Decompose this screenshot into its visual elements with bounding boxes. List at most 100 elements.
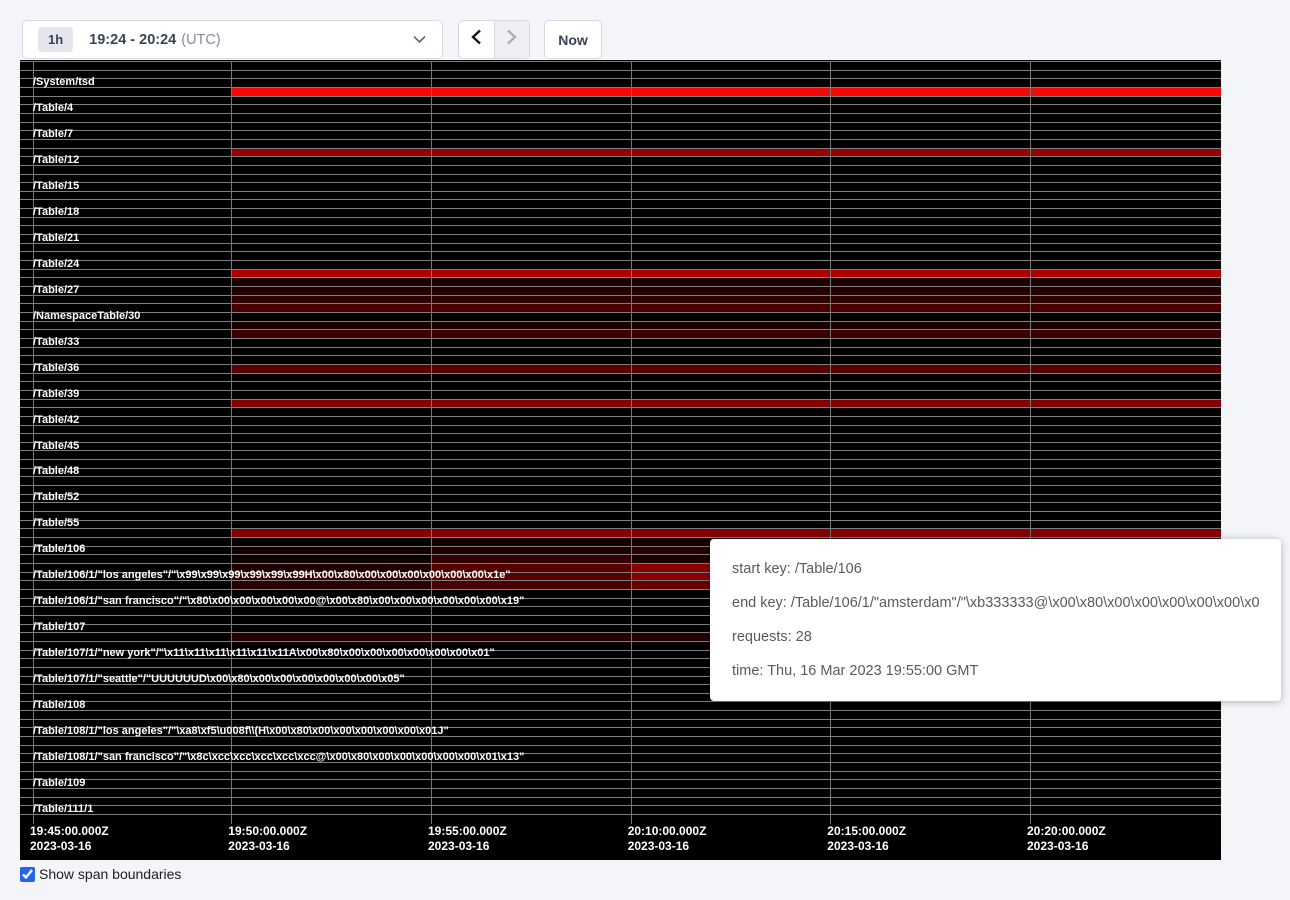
chevron-left-icon <box>471 29 482 50</box>
heat-band[interactable] <box>231 322 1221 330</box>
span-boundary-line <box>20 502 1221 503</box>
span-boundary-line <box>20 139 1221 140</box>
show-span-boundaries-row: Show span boundaries <box>20 866 181 882</box>
row-key-label: /Table/107/1/"seattle"/"UUUUUUD\x00\x80\… <box>33 674 405 685</box>
span-boundary-line <box>20 476 1221 477</box>
row-key-label: /Table/33 <box>33 337 79 348</box>
heat-band[interactable] <box>231 547 431 555</box>
span-boundary-line <box>20 251 1221 252</box>
chevron-down-icon <box>413 35 426 44</box>
span-boundary-line <box>20 321 1221 322</box>
x-tick-time: 20:20:00.000Z <box>1027 824 1106 839</box>
row-key-label: /Table/12 <box>33 155 79 166</box>
span-boundary-line <box>20 130 1221 131</box>
x-tick-time: 19:55:00.000Z <box>428 824 507 839</box>
next-window-button[interactable] <box>494 21 530 58</box>
span-boundary-line <box>20 528 1221 529</box>
span-boundary-line <box>20 96 1221 97</box>
row-key-label: /Table/27 <box>33 285 79 296</box>
bucket-tooltip: start key: /Table/106 end key: /Table/10… <box>710 539 1281 701</box>
span-boundary-line <box>20 87 1221 88</box>
time-gridline <box>830 61 831 824</box>
span-boundary-line <box>20 104 1221 105</box>
span-boundary-line <box>20 433 1221 434</box>
show-span-boundaries-checkbox[interactable] <box>20 867 35 882</box>
heat-band[interactable] <box>231 296 1221 304</box>
span-boundary-line <box>20 520 1221 521</box>
span-boundary-line <box>20 260 1221 261</box>
previous-window-button[interactable] <box>459 21 494 58</box>
chevron-right-icon <box>506 29 517 50</box>
heat-band[interactable] <box>231 330 1221 338</box>
span-boundary-line <box>20 788 1221 789</box>
span-boundary-line <box>20 277 1221 278</box>
row-key-label: /Table/106 <box>33 544 85 555</box>
span-boundary-line <box>20 511 1221 512</box>
span-boundary-line <box>20 442 1221 443</box>
key-visualizer-canvas[interactable]: /System/tsd/Table/4/Table/7/Table/12/Tab… <box>20 60 1221 860</box>
heat-band[interactable] <box>231 149 1221 157</box>
heat-band[interactable] <box>231 304 1221 312</box>
tooltip-requests: requests: 28 <box>732 620 1259 654</box>
span-boundary-line <box>20 364 1221 365</box>
span-boundary-line <box>20 165 1221 166</box>
span-boundary-line <box>20 407 1221 408</box>
span-boundary-line <box>20 381 1221 382</box>
now-button[interactable]: Now <box>544 20 602 59</box>
span-boundary-line <box>20 208 1221 209</box>
heat-band[interactable] <box>231 287 1221 295</box>
row-key-label: /Table/108/1/"san francisco"/"\x8c\xcc\x… <box>33 752 524 763</box>
span-boundary-line <box>20 199 1221 200</box>
heat-band[interactable] <box>231 400 1221 408</box>
row-key-label: /Table/45 <box>33 441 79 452</box>
span-boundary-line <box>20 779 1221 780</box>
row-key-label: /Table/108/1/"los angeles"/"\xa8\xf5\u00… <box>33 726 449 737</box>
span-boundary-line <box>20 156 1221 157</box>
span-boundary-line <box>20 286 1221 287</box>
heat-band[interactable] <box>231 529 1221 537</box>
heat-band[interactable] <box>231 555 431 563</box>
span-boundary-line <box>20 450 1221 451</box>
x-axis-tick: 19:50:00.000Z2023-03-16 <box>228 824 307 853</box>
row-key-label: /Table/18 <box>33 207 79 218</box>
x-tick-date: 2023-03-16 <box>827 839 906 854</box>
row-key-label: /Table/111/1 <box>33 804 93 815</box>
span-boundary-line <box>20 347 1221 348</box>
row-key-label: /Table/55 <box>33 518 79 529</box>
span-boundary-line <box>20 182 1221 183</box>
span-boundary-line <box>20 719 1221 720</box>
time-gridline <box>1030 61 1031 824</box>
heat-band[interactable] <box>431 581 631 589</box>
span-boundary-line <box>20 234 1221 235</box>
span-boundary-line <box>20 485 1221 486</box>
span-boundary-line <box>20 710 1221 711</box>
x-axis-tick: 19:55:00.000Z2023-03-16 <box>428 824 507 853</box>
span-boundary-line <box>20 468 1221 469</box>
row-key-label: /Table/7 <box>33 129 73 140</box>
span-boundary-line <box>20 355 1221 356</box>
key-visualizer-page: 1h 19:24 - 20:24 (UTC) Now /System/tsd/T… <box>0 0 1290 900</box>
span-boundary-line <box>20 225 1221 226</box>
row-key-label: /Table/48 <box>33 466 79 477</box>
heat-band[interactable] <box>231 581 431 589</box>
heat-band[interactable] <box>231 278 1221 286</box>
row-key-label: /Table/106/1/"san francisco"/"\x80\x00\x… <box>33 596 524 607</box>
span-boundary-line <box>20 70 1221 71</box>
tooltip-start-key: start key: /Table/106 <box>732 552 1259 586</box>
span-boundary-line <box>20 416 1221 417</box>
span-boundary-line <box>20 459 1221 460</box>
heat-band[interactable] <box>231 88 1221 96</box>
heat-band[interactable] <box>231 365 1221 373</box>
span-boundary-line <box>20 771 1221 772</box>
span-boundary-line <box>20 78 1221 79</box>
tooltip-end-key: end key: /Table/106/1/"amsterdam"/"\xb33… <box>732 586 1259 620</box>
heat-band[interactable] <box>231 270 1221 278</box>
time-range-selector[interactable]: 1h 19:24 - 20:24 (UTC) <box>22 20 443 59</box>
row-key-label: /Table/52 <box>33 492 79 503</box>
time-gridline <box>631 61 632 824</box>
row-key-label: /Table/4 <box>33 103 73 114</box>
span-boundary-line <box>20 217 1221 218</box>
heat-band[interactable] <box>431 547 631 555</box>
heat-band[interactable] <box>431 555 631 563</box>
x-tick-time: 19:45:00.000Z <box>30 824 109 839</box>
